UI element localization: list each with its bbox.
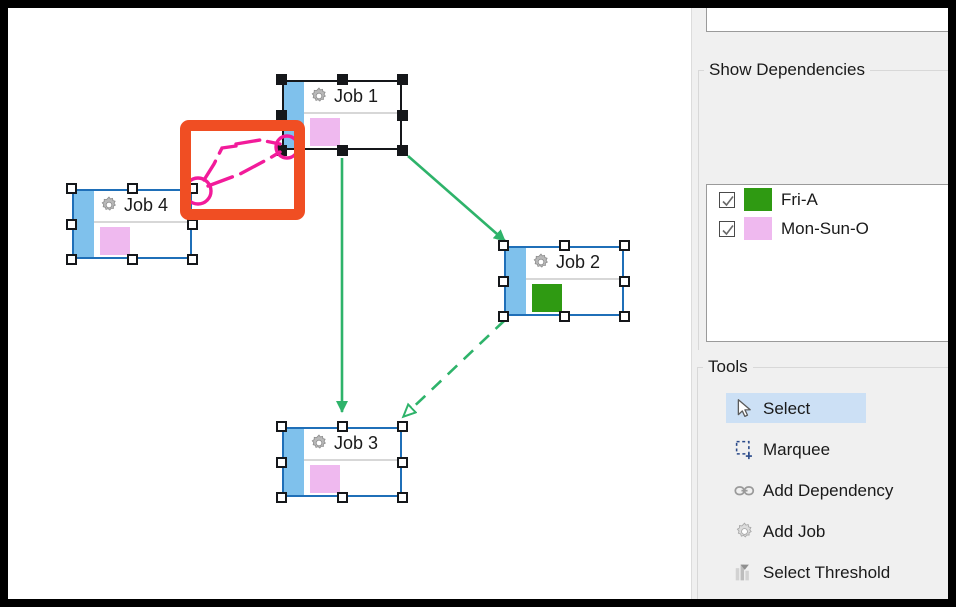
resize-handle-s[interactable] — [126, 254, 138, 265]
tool-marquee[interactable]: Marquee — [726, 434, 838, 464]
resize-handle-se[interactable] — [397, 145, 408, 156]
resize-handle-se[interactable] — [619, 311, 630, 322]
resize-handle-w[interactable] — [276, 109, 287, 121]
job-node-header: Job 3 — [304, 429, 400, 457]
legend-color-swatch — [744, 217, 772, 240]
tool-label: Marquee — [763, 439, 831, 459]
resize-handle-s[interactable] — [336, 492, 348, 503]
resize-handle-e[interactable] — [619, 275, 630, 287]
tool-label: Add Dependency — [763, 480, 894, 500]
resize-handle-nw[interactable] — [66, 183, 77, 194]
resize-handle-n[interactable] — [126, 183, 138, 194]
job-node-header: Job 2 — [526, 248, 622, 276]
job-node-divider — [526, 278, 620, 280]
gear-icon — [736, 522, 752, 537]
job-node-job2[interactable]: Job 2 — [498, 240, 630, 322]
tool-select[interactable]: Select — [726, 393, 866, 423]
job-node-divider — [304, 459, 398, 461]
job-node-header: Job 1 — [304, 82, 400, 110]
resize-handle-n[interactable] — [336, 421, 348, 432]
tools-title: Tools — [703, 357, 753, 377]
resize-handle-sw[interactable] — [276, 145, 287, 156]
gear-icon — [101, 196, 116, 211]
job-node-divider — [94, 221, 188, 223]
resize-handle-se[interactable] — [397, 492, 408, 503]
job-node-frequency-swatch — [310, 465, 340, 493]
job-node-accent-bar — [74, 191, 94, 257]
resize-handle-e[interactable] — [397, 109, 408, 121]
gear-icon — [533, 253, 548, 268]
job-node-job3[interactable]: Job 3 — [276, 421, 408, 503]
resize-handle-n[interactable] — [336, 74, 348, 85]
group-border-left — [697, 367, 698, 599]
resize-handle-e[interactable] — [397, 456, 408, 468]
frequency-legend-list[interactable]: Fri-A Mon-Sun-O — [706, 184, 948, 342]
resize-handle-sw[interactable] — [66, 254, 77, 265]
gear-icon — [311, 87, 326, 102]
tool-label: Select — [763, 398, 811, 418]
job-node-title: Job 2 — [556, 252, 601, 272]
resize-handle-ne[interactable] — [397, 421, 408, 432]
resize-handle-w[interactable] — [498, 275, 509, 287]
tool-add-dependency[interactable]: Add Dependency — [726, 475, 901, 505]
job-node-body: Job 2 — [504, 246, 624, 316]
tool-label: Select Threshold — [763, 562, 891, 582]
checkbox-checked-icon[interactable] — [719, 191, 735, 208]
resize-handle-sw[interactable] — [276, 492, 287, 503]
edge-job1-job2 — [407, 155, 506, 242]
resize-handle-w[interactable] — [276, 456, 287, 468]
job-node-header: Job 4 — [94, 191, 190, 219]
legend-label: Mon-Sun-O — [781, 219, 869, 238]
job-node-accent-bar — [284, 429, 304, 495]
legend-color-swatch — [744, 188, 772, 211]
group-border-left — [698, 70, 699, 350]
resize-handle-se[interactable] — [187, 254, 198, 265]
resize-handle-n[interactable] — [558, 240, 570, 251]
resize-handle-w[interactable] — [66, 218, 77, 230]
gear-icon — [311, 434, 326, 449]
job-node-divider — [304, 112, 398, 114]
job-node-frequency-swatch — [310, 118, 340, 146]
job-node-title: Job 3 — [334, 433, 379, 453]
job-node-job4[interactable]: Job 4 — [66, 183, 198, 265]
bar-threshold-icon — [735, 564, 749, 580]
resize-handle-e[interactable] — [187, 218, 198, 230]
resize-handle-nw[interactable] — [276, 74, 287, 85]
resize-handle-nw[interactable] — [498, 240, 509, 251]
resize-handle-s[interactable] — [336, 145, 348, 156]
job-node-title: Job 1 — [334, 86, 379, 106]
checkbox-checked-icon[interactable] — [719, 220, 735, 237]
panel-top-listbox[interactable] — [706, 8, 948, 32]
marquee-icon — [735, 440, 752, 459]
job-node-frequency-swatch — [100, 227, 130, 255]
legend-item[interactable]: Fri-A — [707, 185, 948, 214]
job-graph-canvas[interactable]: Job 1 Job 2 Job 3 Job 4 — [8, 8, 691, 599]
resize-handle-ne[interactable] — [397, 74, 408, 85]
show-dependencies-title: Show Dependencies — [704, 60, 870, 80]
legend-label: Fri-A — [781, 190, 818, 209]
job-node-job1[interactable]: Job 1 — [276, 74, 408, 156]
chain-link-icon — [734, 485, 755, 495]
job-node-body: Job 3 — [282, 427, 402, 497]
resize-handle-sw[interactable] — [498, 311, 509, 322]
job-node-accent-bar — [506, 248, 526, 314]
job-node-body: Job 1 — [282, 80, 402, 150]
resize-handle-ne[interactable] — [619, 240, 630, 251]
legend-item[interactable]: Mon-Sun-O — [707, 214, 948, 243]
job-node-body: Job 4 — [72, 189, 192, 259]
edge-job2-job3 — [404, 319, 506, 416]
resize-handle-s[interactable] — [558, 311, 570, 322]
resize-handle-ne[interactable] — [187, 183, 198, 194]
tool-label: Add Job — [763, 521, 826, 541]
application-window: Job 1 Job 2 Job 3 Job 4 Show Dependencie… — [8, 8, 948, 599]
tool-select-threshold[interactable]: Select Threshold — [726, 557, 898, 587]
cursor-arrow-icon — [737, 398, 751, 417]
resize-handle-nw[interactable] — [276, 421, 287, 432]
tool-add-job[interactable]: Add Job — [726, 516, 833, 546]
job-node-frequency-swatch — [532, 284, 562, 312]
job-node-accent-bar — [284, 82, 304, 148]
job-node-title: Job 4 — [124, 195, 169, 215]
